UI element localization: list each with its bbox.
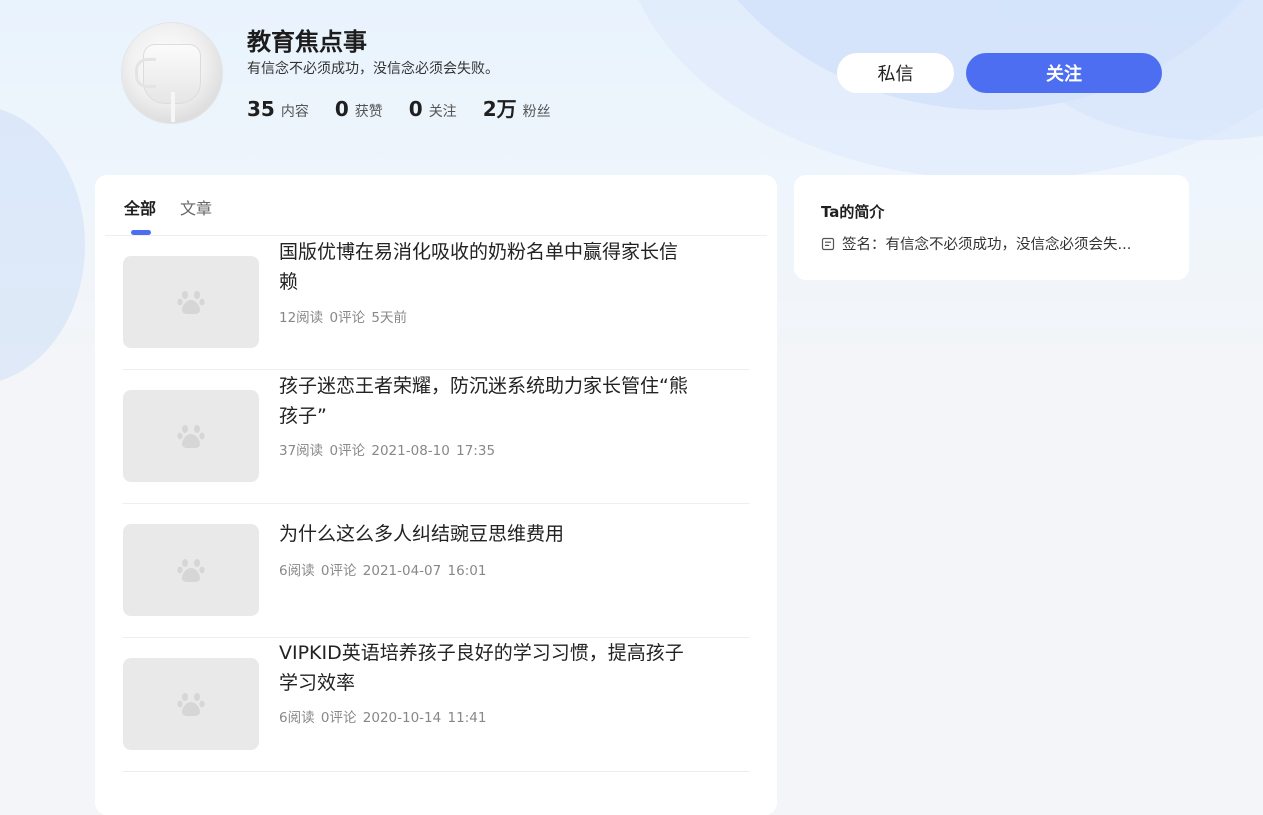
article-comments: 0评论	[320, 563, 357, 579]
avatar[interactable]	[121, 22, 223, 124]
list-item[interactable]: 国版优博在易消化吸收的奶粉名单中赢得家长信赖 12阅读 0评论 5天前	[123, 236, 749, 370]
stat-value: 0	[408, 97, 423, 121]
baidu-paw-icon	[177, 291, 205, 314]
avatar-milk-stream	[171, 92, 175, 122]
stat-content: 35 内容	[247, 97, 309, 121]
article-title[interactable]: 国版优博在易消化吸收的奶粉名单中赢得家长信赖	[279, 236, 694, 297]
stat-value: 2万	[482, 97, 517, 121]
stat-value: 0	[334, 97, 349, 121]
content-tabs: 全部 文章	[95, 175, 777, 236]
stat-label: 关注	[428, 104, 457, 120]
article-reads: 6阅读	[279, 710, 315, 726]
article-thumbnail[interactable]	[123, 658, 259, 750]
list-item[interactable]: 孩子迷恋王者荣耀，防沉迷系统助力家长管住“熊孩子” 37阅读 0评论 2021-…	[123, 370, 749, 504]
stat-label: 获赞	[354, 104, 383, 120]
article-list: 国版优博在易消化吸收的奶粉名单中赢得家长信赖 12阅读 0评论 5天前 孩子迷恋…	[123, 236, 749, 772]
article-comments: 0评论	[320, 710, 357, 726]
article-meta: 6阅读 0评论 2020-10-14 11:41	[279, 706, 486, 726]
profile-header: 教育焦点事 有信念不必须成功，没信念必须会失败。 35 内容 0 获赞 0 关注…	[0, 0, 1263, 170]
article-time: 2021-08-10 17:35	[371, 443, 496, 459]
article-comments: 0评论	[329, 310, 366, 326]
message-button[interactable]: 私信	[837, 53, 954, 93]
article-reads: 6阅读	[279, 563, 315, 579]
baidu-paw-icon	[177, 559, 205, 582]
tab-articles[interactable]: 文章	[180, 195, 212, 219]
intro-card: Ta的简介 签名：有信念不必须成功，没信念必须会失...	[794, 175, 1189, 280]
article-thumbnail[interactable]	[123, 390, 259, 482]
baidu-paw-icon	[177, 425, 205, 448]
list-item[interactable]: 为什么这么多人纠结豌豆思维费用 6阅读 0评论 2021-04-07 16:01	[123, 504, 749, 638]
stat-label: 粉丝	[522, 104, 551, 120]
article-meta: 6阅读 0评论 2021-04-07 16:01	[279, 559, 486, 579]
article-comments: 0评论	[329, 443, 366, 459]
article-reads: 12阅读	[279, 310, 324, 326]
article-title[interactable]: 孩子迷恋王者荣耀，防沉迷系统助力家长管住“熊孩子”	[279, 370, 694, 431]
stat-label: 内容	[280, 104, 309, 120]
intro-title: Ta的简介	[821, 203, 885, 221]
article-reads: 37阅读	[279, 443, 324, 459]
stat-likes: 0 获赞	[335, 97, 383, 121]
intro-signature-row: 签名：有信念不必须成功，没信念必须会失...	[821, 233, 1166, 254]
article-time: 2020-10-14 11:41	[362, 710, 487, 726]
profile-stats: 35 内容 0 获赞 0 关注 2万 粉丝	[247, 93, 577, 122]
document-icon	[821, 237, 835, 250]
follow-button[interactable]: 关注	[966, 53, 1162, 93]
article-meta: 12阅读 0评论 5天前	[279, 306, 407, 326]
article-time: 5天前	[371, 310, 407, 326]
content-card: 全部 文章 国版优博在易消化吸收的奶粉名单中赢得家长信赖 12阅读 0评论 5天…	[95, 175, 777, 815]
article-meta: 37阅读 0评论 2021-08-10 17:35	[279, 439, 495, 459]
profile-signature: 有信念不必须成功，没信念必须会失败。	[247, 61, 499, 77]
article-title[interactable]: 为什么这么多人纠结豌豆思维费用	[279, 519, 694, 549]
avatar-cup-handle	[135, 58, 156, 88]
stat-value: 35	[247, 97, 275, 121]
article-title[interactable]: VIPKID英语培养孩子良好的学习习惯，提高孩子学习效率	[279, 638, 694, 698]
baidu-paw-icon	[177, 693, 205, 716]
tab-all[interactable]: 全部	[124, 195, 156, 219]
article-thumbnail[interactable]	[123, 256, 259, 348]
intro-signature-text: 签名：有信念不必须成功，没信念必须会失...	[842, 237, 1132, 253]
list-item[interactable]: VIPKID英语培养孩子良好的学习习惯，提高孩子学习效率 6阅读 0评论 202…	[123, 638, 749, 772]
article-time: 2021-04-07 16:01	[362, 563, 487, 579]
stat-fans: 2万 粉丝	[483, 93, 551, 122]
stat-following: 0 关注	[409, 97, 457, 121]
profile-name: 教育焦点事	[247, 28, 367, 56]
article-thumbnail[interactable]	[123, 524, 259, 616]
